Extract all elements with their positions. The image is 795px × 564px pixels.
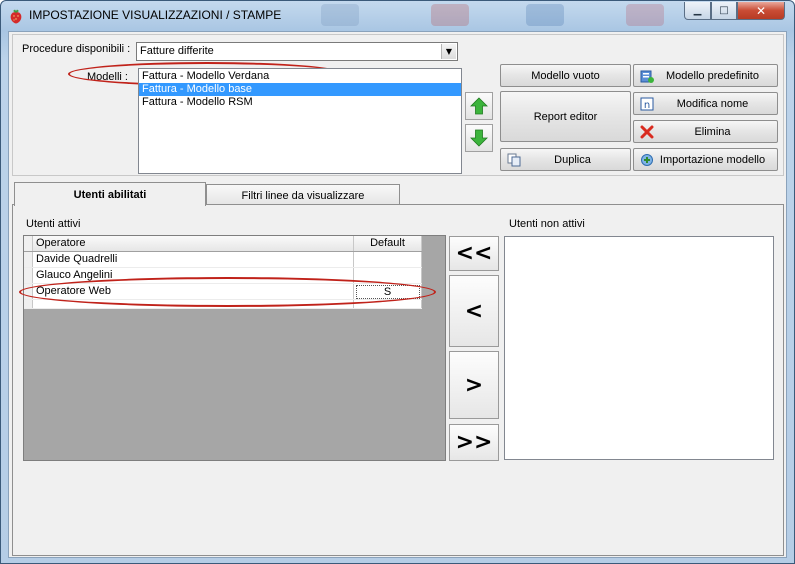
import-icon [640, 153, 654, 167]
move-left-button[interactable]: < [449, 275, 499, 347]
chevron-left-icon: < [464, 298, 484, 324]
double-chevron-right-icon: >> [455, 430, 493, 455]
move-all-right-button[interactable]: >> [449, 424, 499, 461]
table-header: Operatore Default [24, 236, 422, 252]
maximize-button[interactable]: □ [711, 2, 737, 20]
models-listbox[interactable]: Fattura - Modello Verdana Fattura - Mode… [138, 68, 462, 174]
modello-predefinito-button[interactable]: Modello predefinito [633, 64, 778, 87]
list-item[interactable]: Fattura - Modello Verdana [139, 70, 461, 83]
cell-default-editor[interactable]: S [355, 285, 420, 299]
modello-vuoto-button[interactable]: Modello vuoto [500, 64, 631, 87]
duplica-button[interactable]: Duplica [500, 148, 631, 171]
title-bar[interactable]: IMPOSTAZIONE VISUALIZZAZIONI / STAMPE ▁ … [1, 1, 794, 31]
maximize-icon: □ [719, 5, 729, 16]
background-toolbar-ghost [431, 4, 469, 26]
tab-label: Utenti abilitati [73, 188, 147, 201]
cell-operatore[interactable]: Glauco Angelini [33, 268, 354, 283]
rename-icon: n [640, 97, 654, 111]
cell-operatore[interactable]: Operatore Web [33, 284, 354, 299]
table-row[interactable]: Glauco Angelini [24, 268, 422, 284]
move-right-button[interactable]: > [449, 351, 499, 419]
inactive-users-list[interactable] [504, 236, 774, 460]
active-users-grid[interactable]: Operatore Default Davide Quadrelli Glauc… [23, 235, 446, 461]
tab-panel-utenti: Utenti attivi Utenti non attivi Operator… [12, 204, 784, 556]
copy-icon [507, 153, 521, 167]
tab-utenti-abilitati[interactable]: Utenti abilitati [14, 182, 206, 206]
row-indicator [24, 268, 33, 283]
models-group: Procedure disponibili : Fatture differit… [12, 34, 784, 176]
close-icon: ✕ [755, 3, 767, 18]
app-window: IMPOSTAZIONE VISUALIZZAZIONI / STAMPE ▁ … [0, 0, 795, 564]
svg-text:n: n [644, 100, 650, 111]
arrow-up-icon [470, 97, 488, 115]
modello-predefinito-label: Modello predefinito [666, 69, 759, 82]
chevron-down-icon[interactable]: ▼ [441, 44, 456, 59]
table-row[interactable]: Operatore Web S [24, 284, 422, 300]
cell-operatore[interactable]: Davide Quadrelli [33, 252, 354, 267]
utenti-non-attivi-label: Utenti non attivi [509, 218, 585, 230]
row-indicator [24, 252, 33, 267]
models-label: Modelli : [87, 71, 128, 83]
utenti-attivi-label: Utenti attivi [26, 218, 81, 230]
modello-vuoto-label: Modello vuoto [531, 69, 600, 82]
background-toolbar-ghost [626, 4, 664, 26]
strawberry-icon [10, 9, 22, 24]
table-row[interactable]: Davide Quadrelli [24, 252, 422, 268]
chevron-right-icon: > [464, 372, 484, 398]
procedure-selected-value: Fatture differite [140, 45, 214, 57]
procedure-label: Procedure disponibili : [22, 43, 131, 55]
row-indicator-header [24, 236, 33, 251]
cell-default[interactable] [354, 252, 422, 267]
duplica-label: Duplica [554, 153, 591, 166]
minimize-icon: ▁ [693, 5, 702, 16]
table-row-empty [24, 300, 422, 309]
empty-cell [354, 300, 422, 308]
background-toolbar-ghost [526, 4, 564, 26]
cell-default[interactable] [354, 268, 422, 283]
column-header-default[interactable]: Default [354, 236, 422, 251]
window-title: IMPOSTAZIONE VISUALIZZAZIONI / STAMPE [29, 8, 282, 22]
report-editor-button[interactable]: Report editor [500, 91, 631, 142]
move-all-left-button[interactable]: << [449, 236, 499, 271]
list-item[interactable]: Fattura - Modello RSM [139, 96, 461, 109]
dialog-client-area: Procedure disponibili : Fatture differit… [8, 31, 787, 558]
close-button[interactable]: ✕ [737, 2, 785, 20]
modifica-nome-button[interactable]: n Modifica nome [633, 92, 778, 115]
delete-x-icon [640, 125, 654, 139]
elimina-button[interactable]: Elimina [633, 120, 778, 143]
empty-cell [33, 300, 354, 308]
active-users-table: Operatore Default Davide Quadrelli Glauc… [24, 236, 422, 309]
report-editor-label: Report editor [533, 110, 598, 123]
row-indicator [24, 284, 33, 299]
tab-filtri-linee[interactable]: Filtri linee da visualizzare [206, 184, 400, 206]
move-up-button[interactable] [465, 92, 493, 120]
background-toolbar-ghost [321, 4, 359, 26]
minimize-button[interactable]: ▁ [684, 2, 711, 20]
move-down-button[interactable] [465, 124, 493, 152]
arrow-down-icon [470, 129, 488, 147]
list-item[interactable]: Fattura - Modello base [139, 83, 461, 96]
importazione-modello-button[interactable]: Importazione modello [633, 148, 778, 171]
importazione-modello-label: Importazione modello [659, 153, 766, 166]
double-chevron-left-icon: << [455, 241, 493, 266]
modifica-nome-label: Modifica nome [676, 97, 749, 110]
template-icon [640, 69, 654, 83]
tab-label: Filtri linee da visualizzare [241, 189, 365, 202]
row-indicator [24, 300, 33, 308]
column-header-operatore[interactable]: Operatore [33, 236, 354, 251]
procedure-select[interactable]: Fatture differite ▼ [136, 42, 458, 61]
cell-default[interactable]: S [354, 284, 422, 299]
elimina-label: Elimina [694, 125, 731, 138]
